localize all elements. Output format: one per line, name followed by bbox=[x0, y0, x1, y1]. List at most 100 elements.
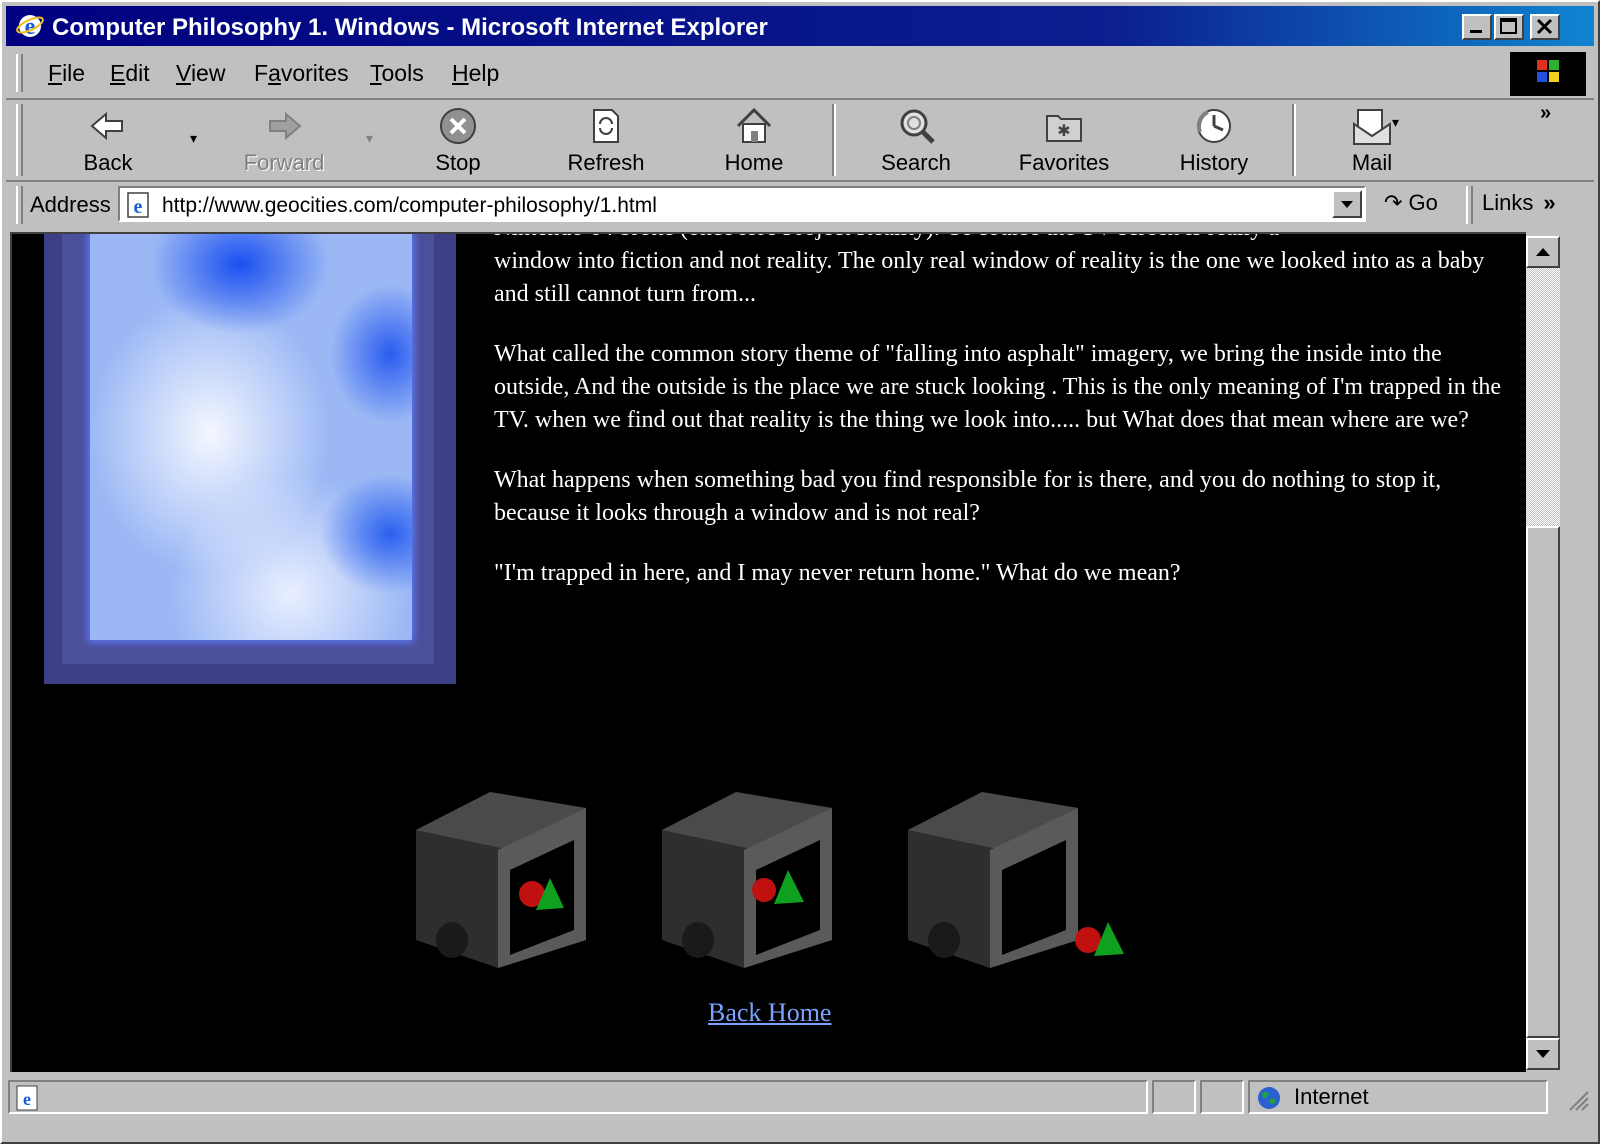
stop-button[interactable]: Stop bbox=[398, 104, 518, 176]
menubar-grip[interactable] bbox=[16, 54, 23, 92]
toolbar-separator bbox=[1292, 104, 1296, 176]
links-label: Links bbox=[1482, 190, 1534, 215]
go-label: Go bbox=[1408, 190, 1438, 215]
mail-dropdown-icon[interactable]: ▾ bbox=[1392, 114, 1399, 131]
vertical-scrollbar[interactable] bbox=[1526, 236, 1560, 1070]
standard-toolbar: Back ▾ Forward ▾ Stop Refresh Home Searc… bbox=[6, 98, 1594, 180]
forward-dropdown-icon[interactable]: ▾ bbox=[366, 130, 373, 147]
menu-file-label: ile bbox=[62, 60, 86, 86]
back-dropdown-icon[interactable]: ▾ bbox=[190, 130, 197, 147]
status-cell bbox=[1200, 1080, 1244, 1114]
address-input[interactable]: e http://www.geocities.com/computer-phil… bbox=[118, 186, 1366, 222]
cut-off-line: Nintendo 64 broke (once lore Project Rea… bbox=[494, 234, 1504, 245]
refresh-icon bbox=[593, 109, 619, 143]
monitor-icon bbox=[416, 792, 586, 968]
monitor-icon bbox=[908, 792, 1124, 968]
status-bar: e Internet bbox=[6, 1076, 1594, 1118]
paragraph: What called the common story theme of "f… bbox=[494, 341, 1502, 433]
menu-tools-label: ools bbox=[381, 60, 424, 86]
links-button[interactable]: Links » bbox=[1482, 190, 1556, 216]
address-dropdown-button[interactable] bbox=[1332, 190, 1362, 218]
close-button[interactable] bbox=[1530, 14, 1560, 40]
menu-edit-accel: E bbox=[110, 60, 126, 86]
home-button[interactable]: Home bbox=[694, 104, 814, 176]
ie-app-icon: e bbox=[16, 14, 44, 40]
maximize-button[interactable] bbox=[1494, 14, 1524, 40]
stop-icon bbox=[440, 108, 476, 144]
menu-edit-label: dit bbox=[125, 60, 150, 86]
menu-favorites-accel: a bbox=[268, 60, 281, 86]
history-button[interactable]: History bbox=[1154, 104, 1274, 176]
scroll-down-button[interactable] bbox=[1526, 1038, 1560, 1070]
history-clock-icon bbox=[1196, 109, 1231, 143]
browser-window: e Computer Philosophy 1. Windows - Micro… bbox=[0, 0, 1600, 1144]
back-label: Back bbox=[83, 150, 133, 175]
svg-text:✱: ✱ bbox=[1057, 123, 1070, 140]
window-frame-image bbox=[44, 234, 456, 684]
window-title: Computer Philosophy 1. Windows - Microso… bbox=[52, 14, 768, 41]
window-frame-inner bbox=[62, 234, 434, 664]
mail-icon bbox=[1353, 109, 1391, 145]
scroll-down-icon bbox=[1536, 1050, 1550, 1058]
refresh-button[interactable]: Refresh bbox=[546, 104, 666, 176]
home-icon bbox=[736, 107, 772, 143]
menu-favorites[interactable]: Favorites bbox=[254, 60, 349, 87]
minimize-icon bbox=[1470, 30, 1482, 33]
status-text-cell: e bbox=[8, 1080, 1148, 1114]
windows-flag-icon bbox=[1537, 60, 1559, 82]
address-url: http://www.geocities.com/computer-philos… bbox=[162, 194, 657, 217]
menu-file[interactable]: File bbox=[48, 60, 85, 87]
monitor-icon bbox=[662, 792, 832, 968]
menu-view-label: iew bbox=[190, 60, 226, 86]
menu-help-label: elp bbox=[468, 60, 500, 86]
favorites-label: Favorites bbox=[1018, 150, 1110, 175]
address-label: Address bbox=[30, 192, 111, 217]
menu-file-accel: F bbox=[48, 60, 63, 86]
forward-button[interactable]: Forward bbox=[224, 104, 344, 176]
minimize-button[interactable] bbox=[1462, 14, 1492, 40]
addressbar-grip[interactable] bbox=[16, 186, 23, 224]
menu-help[interactable]: Help bbox=[452, 60, 499, 87]
back-home-link[interactable]: Back Home bbox=[708, 998, 831, 1028]
chevron-down-icon bbox=[1341, 201, 1353, 208]
go-button[interactable]: ↷ Go bbox=[1384, 190, 1438, 216]
maximize-icon bbox=[1500, 18, 1517, 34]
stop-label: Stop bbox=[435, 150, 481, 175]
windows-logo-throbber bbox=[1510, 52, 1586, 96]
menu-help-accel: H bbox=[452, 60, 469, 86]
favorites-folder-icon: ✱ bbox=[1046, 115, 1082, 142]
address-bar: Address e http://www.geocities.com/compu… bbox=[6, 180, 1594, 228]
close-icon bbox=[1536, 18, 1553, 35]
links-grip[interactable] bbox=[1466, 186, 1473, 224]
search-button[interactable]: Search bbox=[856, 104, 976, 176]
page-viewport: Nintendo 64 broke (once lore Project Rea… bbox=[10, 232, 1526, 1072]
svg-text:e: e bbox=[134, 196, 143, 218]
menu-tools[interactable]: Tools bbox=[370, 60, 424, 87]
menu-edit[interactable]: Edit bbox=[110, 60, 150, 87]
menu-tools-accel: T bbox=[370, 60, 382, 86]
back-arrow-icon bbox=[90, 111, 123, 141]
scroll-thumb[interactable] bbox=[1526, 526, 1560, 1038]
security-zone-label: Internet bbox=[1294, 1084, 1369, 1109]
globe-icon bbox=[1258, 1087, 1280, 1109]
favorites-button[interactable]: ✱ Favorites bbox=[1004, 104, 1124, 176]
mail-button[interactable]: Mail bbox=[1312, 104, 1432, 176]
forward-arrow-icon bbox=[269, 111, 302, 141]
paragraph: window into fiction and not reality. The… bbox=[494, 248, 1485, 307]
sky-clouds-image bbox=[90, 234, 412, 640]
article-text: Nintendo 64 broke (once lore Project Rea… bbox=[494, 234, 1504, 617]
scroll-up-button[interactable] bbox=[1526, 236, 1560, 268]
monitors-illustration bbox=[416, 792, 1124, 968]
search-icon bbox=[900, 109, 935, 144]
toolbar-chevron[interactable]: » bbox=[1540, 102, 1551, 125]
back-button[interactable]: Back bbox=[48, 104, 168, 176]
resize-grip-icon[interactable] bbox=[1566, 1088, 1590, 1112]
menu-view[interactable]: View bbox=[176, 60, 225, 87]
svg-text:e: e bbox=[23, 1089, 31, 1109]
toolbar-separator bbox=[832, 104, 836, 176]
menu-favorites-pre: F bbox=[254, 60, 269, 86]
title-bar: e Computer Philosophy 1. Windows - Micro… bbox=[6, 6, 1594, 46]
status-cell bbox=[1152, 1080, 1196, 1114]
forward-label: Forward bbox=[243, 150, 325, 175]
toolbar-grip[interactable] bbox=[16, 104, 23, 176]
